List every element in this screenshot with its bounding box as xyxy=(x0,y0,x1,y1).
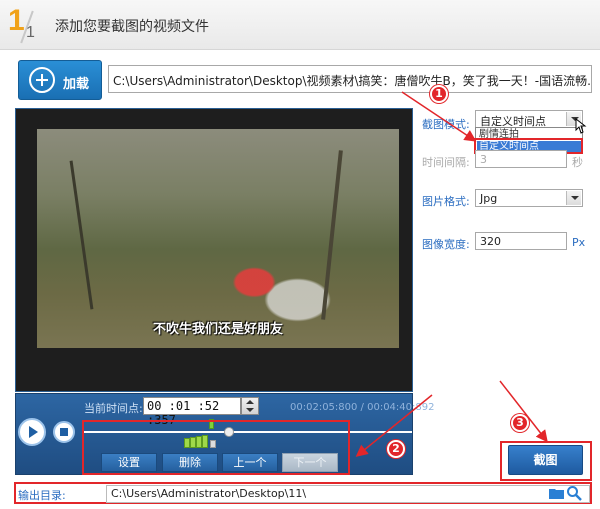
annotation-badge-3: 3 xyxy=(511,414,529,432)
annotation-arrows xyxy=(355,91,548,457)
annotation-badge-1: 1 xyxy=(430,85,448,103)
annotation-badge-2: 2 xyxy=(387,440,405,458)
cursor-icon xyxy=(575,118,587,134)
